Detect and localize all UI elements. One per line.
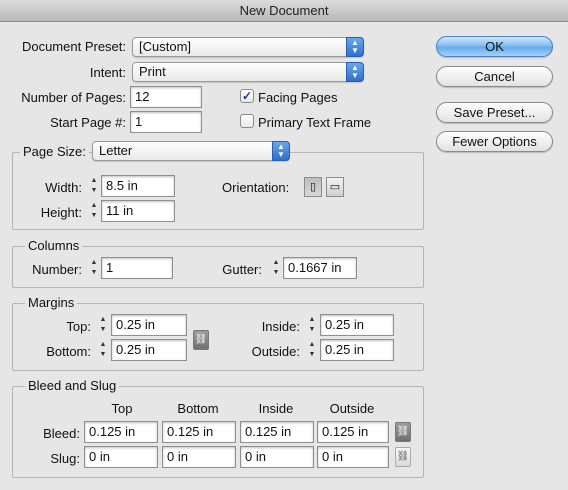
margins-title: Margins	[25, 295, 78, 310]
start-page-field[interactable]: 1	[130, 111, 202, 133]
number-stepper[interactable]: ▲ ▼	[88, 258, 100, 278]
window-title: New Document	[0, 0, 568, 22]
bleed-slug-title: Bleed and Slug	[25, 378, 120, 393]
slug-top-field[interactable]: 0 in	[84, 446, 158, 468]
slug-chain-icon[interactable]: ⛓	[395, 447, 411, 467]
height-stepper[interactable]: ▲ ▼	[88, 201, 100, 221]
gutter-field[interactable]: 0.1667 in	[283, 257, 357, 279]
document-preset-label: Document Preset:	[21, 39, 126, 54]
spin-up-icon[interactable]: ▲	[270, 258, 282, 268]
spin-up-icon[interactable]: ▲	[306, 340, 318, 350]
fewer-options-button[interactable]: Fewer Options	[436, 131, 553, 152]
margin-bottom-stepper[interactable]: ▲ ▼	[97, 340, 109, 360]
spin-up-icon[interactable]: ▲	[97, 340, 109, 350]
column-header-bottom: Bottom	[177, 401, 219, 416]
margin-top-field[interactable]: 0.25 in	[111, 314, 187, 336]
save-preset-button[interactable]: Save Preset...	[436, 102, 553, 123]
intent-select[interactable]: Print ▲ ▼	[132, 62, 364, 82]
facing-pages-label: Facing Pages	[258, 90, 338, 105]
new-document-dialog: New Document Document Preset: [Custom] ▲…	[0, 0, 568, 490]
slug-label: Slug:	[50, 451, 80, 466]
select-arrows-icon: ▲ ▼	[272, 141, 290, 161]
spin-down-icon[interactable]: ▼	[270, 268, 282, 278]
start-page-label: Start Page #:	[50, 115, 126, 130]
slug-inside-field[interactable]: 0 in	[240, 446, 314, 468]
bleed-top-field[interactable]: 0.125 in	[84, 421, 158, 443]
column-header-top: Top	[111, 401, 133, 416]
bleed-label: Bleed:	[43, 426, 80, 441]
orientation-label: Orientation:	[222, 180, 290, 195]
width-label: Width:	[45, 180, 82, 195]
page-size-select[interactable]: Letter ▲ ▼	[92, 141, 290, 161]
portrait-icon[interactable]: ▯	[304, 177, 322, 197]
column-header-outside: Outside	[329, 401, 375, 416]
margin-top-label: Top:	[66, 319, 91, 334]
margin-top-stepper[interactable]: ▲ ▼	[97, 315, 109, 335]
margin-outside-label: Outside:	[251, 344, 300, 359]
margin-inside-label: Inside:	[261, 319, 300, 334]
number-label: Number:	[32, 262, 82, 277]
spin-up-icon[interactable]: ▲	[88, 176, 100, 186]
cancel-button[interactable]: Cancel	[436, 66, 553, 87]
bleed-inside-field[interactable]: 0.125 in	[240, 421, 314, 443]
spin-down-icon[interactable]: ▼	[306, 325, 318, 335]
document-preset-value: [Custom]	[139, 39, 192, 54]
select-arrows-icon: ▲ ▼	[346, 37, 364, 57]
margins-chain-icon[interactable]: ⛓	[193, 330, 209, 350]
landscape-icon[interactable]: ▭	[326, 177, 344, 197]
gutter-stepper[interactable]: ▲ ▼	[270, 258, 282, 278]
margin-outside-field[interactable]: 0.25 in	[320, 339, 394, 361]
intent-value: Print	[139, 64, 166, 79]
margin-inside-stepper[interactable]: ▲ ▼	[306, 315, 318, 335]
spin-up-icon[interactable]: ▲	[306, 315, 318, 325]
spin-down-icon[interactable]: ▼	[88, 186, 100, 196]
width-stepper[interactable]: ▲ ▼	[88, 176, 100, 196]
number-of-pages-label: Number of Pages:	[21, 90, 126, 105]
spin-down-icon[interactable]: ▼	[88, 211, 100, 221]
intent-label: Intent:	[89, 65, 126, 80]
gutter-label: Gutter:	[222, 262, 262, 277]
document-preset-select[interactable]: [Custom] ▲ ▼	[132, 37, 364, 57]
slug-outside-field[interactable]: 0 in	[317, 446, 389, 468]
page-size-value: Letter	[99, 143, 133, 158]
primary-text-frame-checkbox[interactable]	[240, 114, 254, 128]
columns-title: Columns	[25, 238, 83, 253]
height-field[interactable]: 11 in	[101, 200, 175, 222]
columns-number-field[interactable]: 1	[101, 257, 173, 279]
width-field[interactable]: 8.5 in	[101, 175, 175, 197]
primary-text-frame-label: Primary Text Frame	[258, 115, 372, 130]
margin-bottom-label: Bottom:	[46, 344, 91, 359]
spin-down-icon[interactable]: ▼	[97, 325, 109, 335]
slug-bottom-field[interactable]: 0 in	[162, 446, 236, 468]
bleed-chain-icon[interactable]: ⛓	[395, 422, 411, 442]
spin-up-icon[interactable]: ▲	[97, 315, 109, 325]
spin-down-icon[interactable]: ▼	[306, 350, 318, 360]
number-of-pages-field[interactable]: 12	[130, 86, 202, 108]
bleed-outside-field[interactable]: 0.125 in	[317, 421, 389, 443]
spin-down-icon[interactable]: ▼	[88, 268, 100, 278]
spin-up-icon[interactable]: ▲	[88, 201, 100, 211]
select-arrows-icon: ▲ ▼	[346, 62, 364, 82]
bleed-bottom-field[interactable]: 0.125 in	[162, 421, 236, 443]
spin-up-icon[interactable]: ▲	[88, 258, 100, 268]
column-header-inside: Inside	[258, 401, 294, 416]
margin-outside-stepper[interactable]: ▲ ▼	[306, 340, 318, 360]
height-label: Height:	[40, 205, 82, 220]
facing-pages-checkbox[interactable]: ✓	[240, 89, 254, 103]
margin-inside-field[interactable]: 0.25 in	[320, 314, 394, 336]
page-size-label: Page Size:	[20, 144, 89, 159]
margin-bottom-field[interactable]: 0.25 in	[111, 339, 187, 361]
spin-down-icon[interactable]: ▼	[97, 350, 109, 360]
ok-button[interactable]: OK	[436, 36, 553, 57]
